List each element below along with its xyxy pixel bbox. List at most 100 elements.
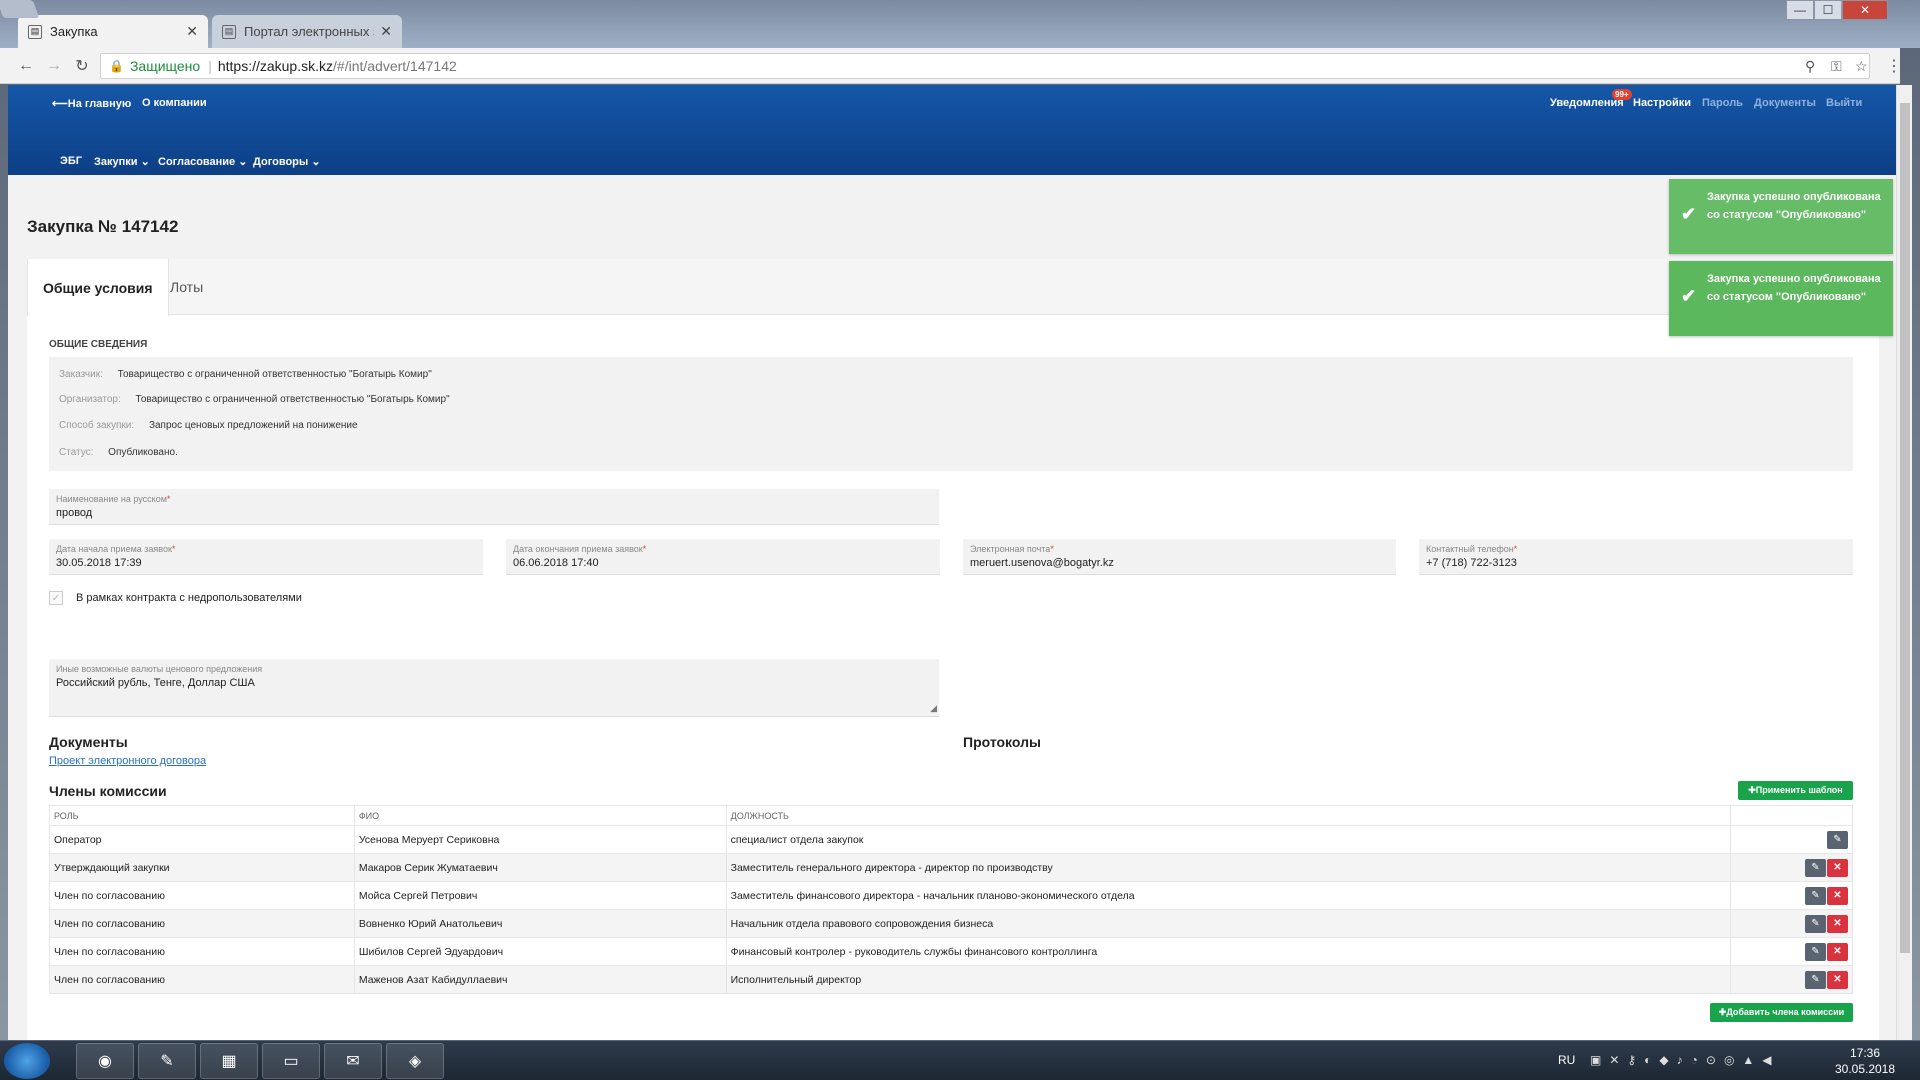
notifications-link[interactable]: Уведомления: [1550, 97, 1624, 109]
new-tab-button[interactable]: [0, 0, 40, 18]
address-bar[interactable]: 🔒 Защищено | https://zakup.sk.kz /#/int/…: [100, 53, 1870, 79]
maximize-button[interactable]: ☐: [1814, 0, 1842, 20]
zoom-icon[interactable]: ⚲: [1805, 58, 1815, 75]
table-row: Оператор Усенова Меруерт Сериковна специ…: [49, 825, 1853, 854]
end-date-field[interactable]: Дата окончания приема заявок* 06.06.2018…: [506, 539, 940, 575]
documents-link[interactable]: Документы: [1754, 97, 1816, 109]
subsoil-checkbox[interactable]: ✓: [49, 591, 63, 605]
method-value: Запрос ценовых предложений на понижение: [148, 420, 358, 431]
menu-contracts[interactable]: Договоры ⌄: [253, 155, 321, 168]
bookmark-star-icon[interactable]: ☆: [1855, 58, 1868, 75]
toast-message: Закупка успешно опубликована со статусом…: [1707, 273, 1881, 303]
phone-label: Контактный телефон*: [1426, 544, 1518, 554]
status-value: Опубликовано.: [108, 447, 178, 458]
url-separator: |: [208, 58, 212, 74]
tab-general-conditions[interactable]: Общие условия: [27, 259, 169, 316]
reload-icon[interactable]: ↻: [72, 56, 92, 76]
tabs-bar: Общие условия Лоты: [27, 259, 1879, 316]
browser-menu-icon[interactable]: ⋮: [1886, 56, 1902, 76]
forward-arrow-icon[interactable]: →: [44, 56, 64, 76]
apply-template-button[interactable]: ✚Применить шаблон: [1738, 781, 1853, 800]
app-taskbar-icon[interactable]: ◈: [386, 1043, 444, 1079]
cell-role: Член по согласованию: [49, 965, 355, 994]
key-icon[interactable]: ⚿: [1831, 58, 1842, 75]
taskbar: ◉ ✎ ▦ ▭ ✉ ◈ RU ▣✕⚷◐◆♪◔⊙◎▲◀ 17:36 30.05.2…: [0, 1040, 1920, 1080]
page-scrollbar[interactable]: [1896, 85, 1912, 1040]
organizer-value: Товарищество с ограниченной ответственно…: [135, 394, 450, 405]
scrollbar-thumb[interactable]: [1900, 103, 1910, 953]
start-button[interactable]: [4, 1043, 50, 1079]
cell-position: Начальник отдела правового сопровождения…: [725, 909, 1732, 938]
edit-pencil-icon[interactable]: ✎: [1827, 830, 1848, 849]
menu-purchases[interactable]: Закупки ⌄: [94, 155, 150, 168]
currency-label: Иные возможные валюты ценового предложен…: [56, 664, 263, 674]
commission-table: Роль ФИО Должность Оператор Усенова Меру…: [49, 805, 1853, 994]
add-member-button[interactable]: ✚Добавить члена комиссии: [1710, 1003, 1853, 1022]
settings-link[interactable]: Настройки: [1633, 97, 1691, 109]
cell-fio: Мойса Сергей Петрович: [353, 881, 727, 910]
minimize-button[interactable]: —: [1786, 0, 1814, 20]
email-value: meruert.usenova@bogatyr.kz: [970, 557, 1114, 569]
start-date-label: Дата начала приема заявок*: [56, 544, 176, 554]
close-tab-icon[interactable]: ✕: [186, 23, 198, 40]
column-position: Должность: [725, 805, 1732, 826]
start-date-value: 30.05.2018 17:39: [56, 557, 142, 569]
chrome-taskbar-icon[interactable]: ◉: [76, 1043, 134, 1079]
delete-x-icon[interactable]: ✕: [1827, 914, 1848, 933]
tray-icons[interactable]: ▣✕⚷◐◆♪◔⊙◎▲◀: [1590, 1053, 1780, 1067]
delete-x-icon[interactable]: ✕: [1827, 970, 1848, 989]
page-icon: ▤: [222, 24, 236, 39]
explorer-taskbar-icon[interactable]: ▭: [262, 1043, 320, 1079]
home-link[interactable]: ⟵На главную: [52, 97, 131, 110]
edit-pencil-icon[interactable]: ✎: [1805, 858, 1826, 877]
start-date-field[interactable]: Дата начала приема заявок* 30.05.2018 17…: [49, 539, 483, 575]
exit-link[interactable]: Выйти: [1826, 97, 1862, 109]
menu-ebg[interactable]: ЭБГ: [60, 155, 82, 167]
taskbar-clock[interactable]: 17:36 30.05.2018: [1830, 1045, 1900, 1077]
tab-lots[interactable]: Лоты: [155, 259, 218, 315]
back-arrow-icon[interactable]: ←: [16, 56, 36, 76]
edit-pencil-icon[interactable]: ✎: [1805, 942, 1826, 961]
cell-fio: Шибилов Сергей Эдуардович: [353, 937, 727, 966]
column-role: Роль: [49, 805, 355, 826]
delete-x-icon[interactable]: ✕: [1827, 942, 1848, 961]
close-window-button[interactable]: ✕: [1842, 0, 1888, 20]
password-link[interactable]: Пароль: [1702, 97, 1743, 109]
menu-approval[interactable]: Согласование ⌄: [158, 155, 247, 168]
close-tab-icon[interactable]: ✕: [380, 23, 392, 40]
cell-fio: Усенова Меруерт Сериковна: [353, 825, 727, 854]
delete-x-icon[interactable]: ✕: [1827, 858, 1848, 877]
url-path: /#/int/advert/147142: [333, 58, 457, 74]
edit-pencil-icon[interactable]: ✎: [1805, 914, 1826, 933]
method-label: Способ закупки:: [59, 420, 135, 431]
notes-taskbar-icon[interactable]: ✎: [138, 1043, 196, 1079]
edit-pencil-icon[interactable]: ✎: [1805, 970, 1826, 989]
general-summary: Заказчик: Товарищество с ограниченной от…: [49, 357, 1853, 471]
table-row: Член по согласованию Шибилов Сергей Эдуа…: [49, 937, 1853, 966]
success-toast[interactable]: ✔ Закупка успешно опубликована со статус…: [1669, 179, 1893, 254]
cell-actions: ✎ ✕: [1730, 909, 1853, 938]
browser-tab-inactive[interactable]: ▤ Портал электронных за ✕: [212, 15, 402, 48]
secure-label: Защищено: [129, 58, 201, 74]
toast-message: Закупка успешно опубликована со статусом…: [1707, 191, 1881, 221]
delete-x-icon[interactable]: ✕: [1827, 886, 1848, 905]
language-indicator[interactable]: RU: [1558, 1053, 1575, 1067]
success-toast[interactable]: ✔ Закупка успешно опубликована со статус…: [1669, 261, 1893, 336]
phone-field[interactable]: Контактный телефон* +7 (718) 722-3123: [1419, 539, 1853, 575]
cell-role: Член по согласованию: [49, 937, 355, 966]
cell-role: Член по согласованию: [49, 881, 355, 910]
resize-grip-icon[interactable]: ◢: [930, 703, 937, 714]
mail-taskbar-icon[interactable]: ✉: [324, 1043, 382, 1079]
name-field[interactable]: Наименование на русском* провод: [49, 489, 939, 525]
about-link[interactable]: О компании: [142, 97, 207, 109]
documents-title: Документы: [49, 734, 128, 750]
browser-tab-active[interactable]: ▤ Закупка ✕: [18, 15, 208, 48]
contract-draft-link[interactable]: Проект электронного договора: [49, 755, 206, 767]
notifications-badge: 99+: [1612, 89, 1632, 100]
edit-pencil-icon[interactable]: ✎: [1805, 886, 1826, 905]
email-field[interactable]: Электронная почта* meruert.usenova@bogat…: [963, 539, 1396, 575]
subsoil-checkbox-label: В рамках контракта с недропользователями: [76, 592, 302, 604]
table-row: Член по согласованию Мойса Сергей Петров…: [49, 881, 1853, 910]
excel-taskbar-icon[interactable]: ▦: [200, 1043, 258, 1079]
currency-textarea[interactable]: Иные возможные валюты ценового предложен…: [49, 659, 939, 717]
